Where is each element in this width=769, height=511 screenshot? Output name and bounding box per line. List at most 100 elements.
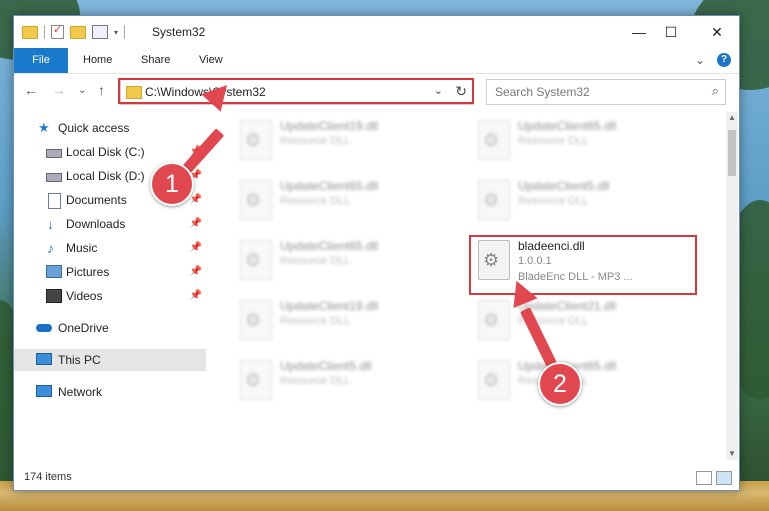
quick-access-toolbar: ▾: [22, 23, 126, 39]
file-name: UpdateClient65.dll: [280, 239, 379, 253]
sidebar-item-pictures[interactable]: Pictures 📌: [14, 261, 206, 283]
item-count: 174 items: [24, 471, 72, 483]
toolbar-divider: [124, 25, 126, 39]
file-description: Resource DLL: [280, 255, 351, 267]
search-box[interactable]: Search System32 ⌕: [486, 79, 726, 105]
sidebar-item-label: This PC: [58, 353, 101, 367]
file-item[interactable]: UpdateClient65.dll Resource DLL: [232, 176, 452, 228]
file-description: Resource DLL: [280, 195, 351, 207]
sidebar-item-downloads[interactable]: ↓ Downloads 📌: [14, 213, 206, 235]
star-icon: ★: [38, 120, 50, 135]
sidebar-item-label: Network: [58, 385, 103, 399]
scroll-down-icon[interactable]: ▼: [726, 448, 738, 460]
dll-file-icon: [478, 180, 510, 220]
picture-icon: [46, 265, 62, 278]
file-item[interactable]: UpdateClient19.dll Resource DLL: [232, 116, 452, 168]
maximize-button[interactable]: ☐: [656, 21, 686, 43]
scroll-thumb[interactable]: [728, 130, 736, 176]
file-item[interactable]: UpdateClient65.dll Resource DLL: [232, 236, 452, 288]
sidebar-item-label: Pictures: [66, 265, 110, 279]
close-button[interactable]: ✕: [702, 21, 732, 43]
forward-button[interactable]: →: [52, 82, 66, 98]
dll-file-icon: [240, 120, 272, 160]
pin-icon[interactable]: 📌: [190, 213, 202, 235]
minimize-button[interactable]: —: [624, 21, 654, 43]
file-name: UpdateClient5.dll: [518, 179, 610, 193]
step-1-callout: 1: [150, 162, 194, 206]
properties-icon[interactable]: [92, 25, 108, 39]
tab-share[interactable]: Share: [141, 48, 170, 73]
sidebar-item-label: Local Disk (C:): [66, 145, 145, 159]
file-item[interactable]: UpdateClient5.dll Resource DLL: [470, 176, 690, 228]
file-description: BladeEnc DLL - MP3 ...: [518, 271, 633, 283]
back-button[interactable]: ←: [24, 82, 38, 98]
file-item[interactable]: UpdateClient5.dll Resource DLL: [232, 356, 452, 408]
file-name: UpdateClient19.dll: [280, 299, 379, 313]
network-icon: [36, 385, 52, 397]
tab-view[interactable]: View: [199, 48, 223, 73]
file-name: UpdateClient19.dll: [280, 119, 379, 133]
recent-locations-button[interactable]: ⌄: [78, 85, 86, 96]
dll-file-icon: [478, 240, 510, 280]
file-description: Resource DLL: [280, 135, 351, 147]
sidebar-item-onedrive[interactable]: OneDrive: [14, 317, 206, 339]
properties-check-icon[interactable]: [51, 23, 64, 39]
pin-icon[interactable]: 📌: [190, 285, 202, 307]
file-name: bladeenci.dll: [518, 239, 585, 253]
computer-icon: [36, 353, 52, 365]
sidebar-item-label: Documents: [66, 193, 127, 207]
file-item[interactable]: UpdateClient19.dll Resource DLL: [232, 296, 452, 348]
sidebar-item-quick-access[interactable]: ★ Quick access: [14, 117, 206, 139]
dll-file-icon: [478, 300, 510, 340]
document-icon: [48, 193, 61, 209]
vertical-scrollbar[interactable]: ▲ ▼: [726, 112, 738, 460]
sidebar-item-label: OneDrive: [58, 321, 109, 335]
new-folder-icon[interactable]: [70, 25, 86, 39]
title-bar: ▾ System32 — ☐ ✕: [14, 16, 739, 48]
file-item[interactable]: UpdateClient65.dll Resource DLL: [470, 116, 690, 168]
sidebar-item-local-disk-c[interactable]: Local Disk (C:) 📌: [14, 141, 206, 163]
customize-toolbar-icon[interactable]: ▾: [114, 28, 118, 37]
drive-icon: [46, 173, 62, 182]
scroll-up-icon[interactable]: ▲: [726, 112, 738, 124]
file-name: UpdateClient5.dll: [280, 359, 372, 373]
file-item-bladeenci[interactable]: bladeenci.dll 1.0.0.1 BladeEnc DLL - MP3…: [470, 236, 690, 288]
address-dropdown-icon[interactable]: ⌄: [434, 84, 443, 97]
cloud-icon: [36, 324, 52, 332]
download-icon: ↓: [47, 216, 54, 232]
explorer-window: ▾ System32 — ☐ ✕ File Home Share View ⌄ …: [13, 15, 740, 491]
toolbar-divider: [44, 25, 45, 39]
file-description: Resource DLL: [518, 135, 589, 147]
ribbon-controls: ⌄ ?: [695, 53, 731, 67]
folder-icon[interactable]: [22, 25, 38, 39]
up-button[interactable]: ↑: [98, 82, 105, 98]
file-item[interactable]: UpdateClient21.dll Resource DLL: [470, 296, 690, 348]
file-description: Resource DLL: [518, 195, 589, 207]
search-input[interactable]: Search System32: [495, 85, 590, 99]
file-name: UpdateClient65.dll: [518, 119, 617, 133]
dll-file-icon: [240, 360, 272, 400]
file-description: Resource DLL: [280, 375, 351, 387]
sidebar-item-videos[interactable]: Videos 📌: [14, 285, 206, 307]
sidebar-item-this-pc[interactable]: This PC: [14, 349, 206, 371]
tab-file[interactable]: File: [14, 48, 68, 73]
expand-ribbon-icon[interactable]: ⌄: [695, 53, 705, 67]
refresh-icon[interactable]: ↻: [455, 83, 467, 100]
pin-icon[interactable]: 📌: [190, 237, 202, 259]
help-icon[interactable]: ?: [717, 53, 731, 67]
dll-file-icon: [240, 300, 272, 340]
music-icon: ♪: [47, 240, 54, 256]
sidebar-item-music[interactable]: ♪ Music 📌: [14, 237, 206, 259]
dll-file-icon: [240, 240, 272, 280]
address-bar[interactable]: C:\Windows\System32 ⌄ ↻: [120, 79, 474, 105]
sidebar-item-network[interactable]: Network: [14, 381, 206, 403]
large-icons-view-icon[interactable]: [716, 471, 732, 485]
sidebar-item-label: Downloads: [66, 217, 126, 231]
search-icon[interactable]: ⌕: [712, 83, 719, 99]
folder-icon: [126, 86, 142, 99]
pin-icon[interactable]: 📌: [190, 261, 202, 283]
status-bar: 174 items: [14, 466, 739, 490]
file-version: 1.0.0.1: [518, 255, 552, 267]
tab-home[interactable]: Home: [83, 48, 112, 73]
details-view-icon[interactable]: [696, 471, 712, 485]
